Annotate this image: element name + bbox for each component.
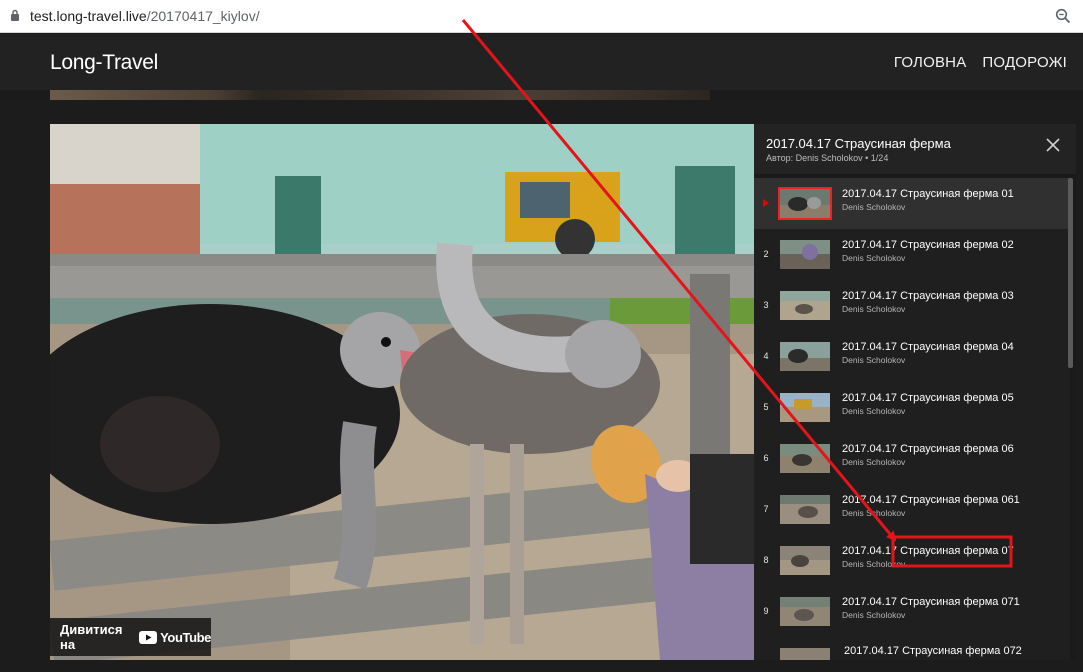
- playlist-item[interactable]: 2 2017.04.17 Страусиная ферма 02 Denis S…: [754, 229, 1070, 280]
- playlist-item-number: 8: [763, 555, 769, 565]
- playlist-item[interactable]: 5 2017.04.17 Страусиная ферма 05 Denis S…: [754, 382, 1070, 433]
- playlist-panel: 2017.04.17 Страусиная ферма Автор: Denis…: [754, 124, 1076, 660]
- playlist-item-title: 2017.04.17 Страусиная ферма 02: [842, 239, 1014, 251]
- playlist-list[interactable]: 2017.04.17 Страусиная ферма 01 Denis Sch…: [754, 178, 1070, 660]
- lock-icon: [11, 9, 19, 21]
- playlist-item-author: Denis Scholokov: [842, 304, 906, 314]
- playlist-item-title: 2017.04.17 Страусиная ферма 06: [842, 443, 1014, 455]
- playlist-thumbnail: [780, 597, 830, 626]
- playlist-scrollbar[interactable]: [1068, 178, 1073, 368]
- playlist-item-author: Denis Scholokov: [842, 508, 906, 518]
- playlist-item-title: 2017.04.17 Страусиная ферма 04: [842, 341, 1014, 353]
- playlist-item[interactable]: 2017.04.17 Страусиная ферма 01 Denis Sch…: [754, 178, 1070, 229]
- playlist-item-author: Denis Scholokov: [842, 406, 906, 416]
- zoom-icon[interactable]: [1055, 8, 1071, 24]
- playlist-thumbnail: [780, 240, 830, 269]
- url-path: /20170417_kiylov/: [146, 8, 260, 24]
- watch-on-label: Дивитися на: [60, 622, 123, 652]
- close-icon[interactable]: [1046, 138, 1060, 152]
- playlist-item-title: 2017.04.17 Страусиная ферма 061: [842, 494, 1020, 506]
- playlist-item-title: 2017.04.17 Страусиная ферма 072: [844, 645, 1022, 657]
- playlist-thumbnail: [780, 393, 830, 422]
- playlist-item-author: Denis Scholokov: [842, 610, 906, 620]
- playlist-thumbnail: [780, 291, 830, 320]
- playlist-thumbnail: [780, 342, 830, 371]
- playlist-item-title: 2017.04.17 Страусиная ферма 01: [842, 188, 1014, 200]
- playlist-thumbnail: [780, 444, 830, 473]
- playlist-item-number: 7: [763, 504, 769, 514]
- playlist-item-author: Denis Scholokov: [842, 457, 906, 467]
- playlist-item-number: 9: [763, 606, 769, 616]
- header-image-strip: [50, 90, 710, 100]
- playlist-item-number: 6: [763, 453, 769, 463]
- main-nav: ГОЛОВНА ПОДОРОЖІ: [894, 54, 1067, 71]
- playlist-item[interactable]: 2017.04.17 Страусиная ферма 072: [754, 637, 1070, 660]
- playlist-item-number: 5: [763, 402, 769, 412]
- play-icon: [763, 199, 769, 207]
- site-header: Long-Travel ГОЛОВНА ПОДОРОЖІ: [0, 34, 1083, 90]
- nav-home[interactable]: ГОЛОВНА: [894, 54, 967, 71]
- video-player[interactable]: [50, 124, 754, 660]
- nav-travels[interactable]: ПОДОРОЖІ: [982, 54, 1067, 71]
- playlist-item[interactable]: 4 2017.04.17 Страусиная ферма 04 Denis S…: [754, 331, 1070, 382]
- playlist-thumbnail: [778, 187, 832, 220]
- playlist-thumbnail: [780, 546, 830, 575]
- playlist-item-author: Denis Scholokov: [842, 202, 906, 212]
- playlist-item[interactable]: 3 2017.04.17 Страусиная ферма 03 Denis S…: [754, 280, 1070, 331]
- playlist-subtitle: Автор: Denis Scholokov • 1/24: [766, 153, 889, 163]
- url-host: test.long-travel.live: [30, 8, 147, 24]
- playlist-item[interactable]: 9 2017.04.17 Страусиная ферма 071 Denis …: [754, 586, 1070, 637]
- playlist-item-title: 2017.04.17 Страусиная ферма 03: [842, 290, 1014, 302]
- playlist-item[interactable]: 6 2017.04.17 Страусиная ферма 06 Denis S…: [754, 433, 1070, 484]
- playlist-thumbnail: [780, 648, 830, 660]
- youtube-play-icon: [139, 630, 158, 644]
- playlist-item-number: 4: [763, 351, 769, 361]
- playlist-item-author: Denis Scholokov: [842, 253, 906, 263]
- video-frame-image: [50, 124, 754, 660]
- watch-on-youtube-button[interactable]: Дивитися на YouTube: [50, 618, 211, 656]
- site-logo[interactable]: Long-Travel: [50, 51, 158, 75]
- url-text[interactable]: test.long-travel.live/20170417_kiylov/: [30, 8, 260, 24]
- playlist-item-title: 2017.04.17 Страусиная ферма 07: [842, 545, 1014, 557]
- playlist-item-author: Denis Scholokov: [842, 355, 906, 365]
- youtube-wordmark: YouTube: [160, 629, 211, 645]
- browser-url-bar[interactable]: test.long-travel.live/20170417_kiylov/: [0, 0, 1083, 33]
- playlist-item-author: Denis Scholokov: [842, 559, 906, 569]
- playlist-item[interactable]: 7 2017.04.17 Страусиная ферма 061 Denis …: [754, 484, 1070, 535]
- playlist-item-title: 2017.04.17 Страусиная ферма 05: [842, 392, 1014, 404]
- youtube-logo: YouTube: [139, 630, 211, 645]
- playlist-title[interactable]: 2017.04.17 Страусиная ферма: [766, 136, 951, 151]
- playlist-thumbnail: [780, 495, 830, 524]
- playlist-item-number: 3: [763, 300, 769, 310]
- playlist-item-number: 2: [763, 249, 769, 259]
- playlist-item[interactable]: 8 2017.04.17 Страусиная ферма 07 Denis S…: [754, 535, 1070, 586]
- playlist-header: 2017.04.17 Страусиная ферма Автор: Denis…: [754, 124, 1076, 174]
- playlist-item-title: 2017.04.17 Страусиная ферма 071: [842, 596, 1020, 608]
